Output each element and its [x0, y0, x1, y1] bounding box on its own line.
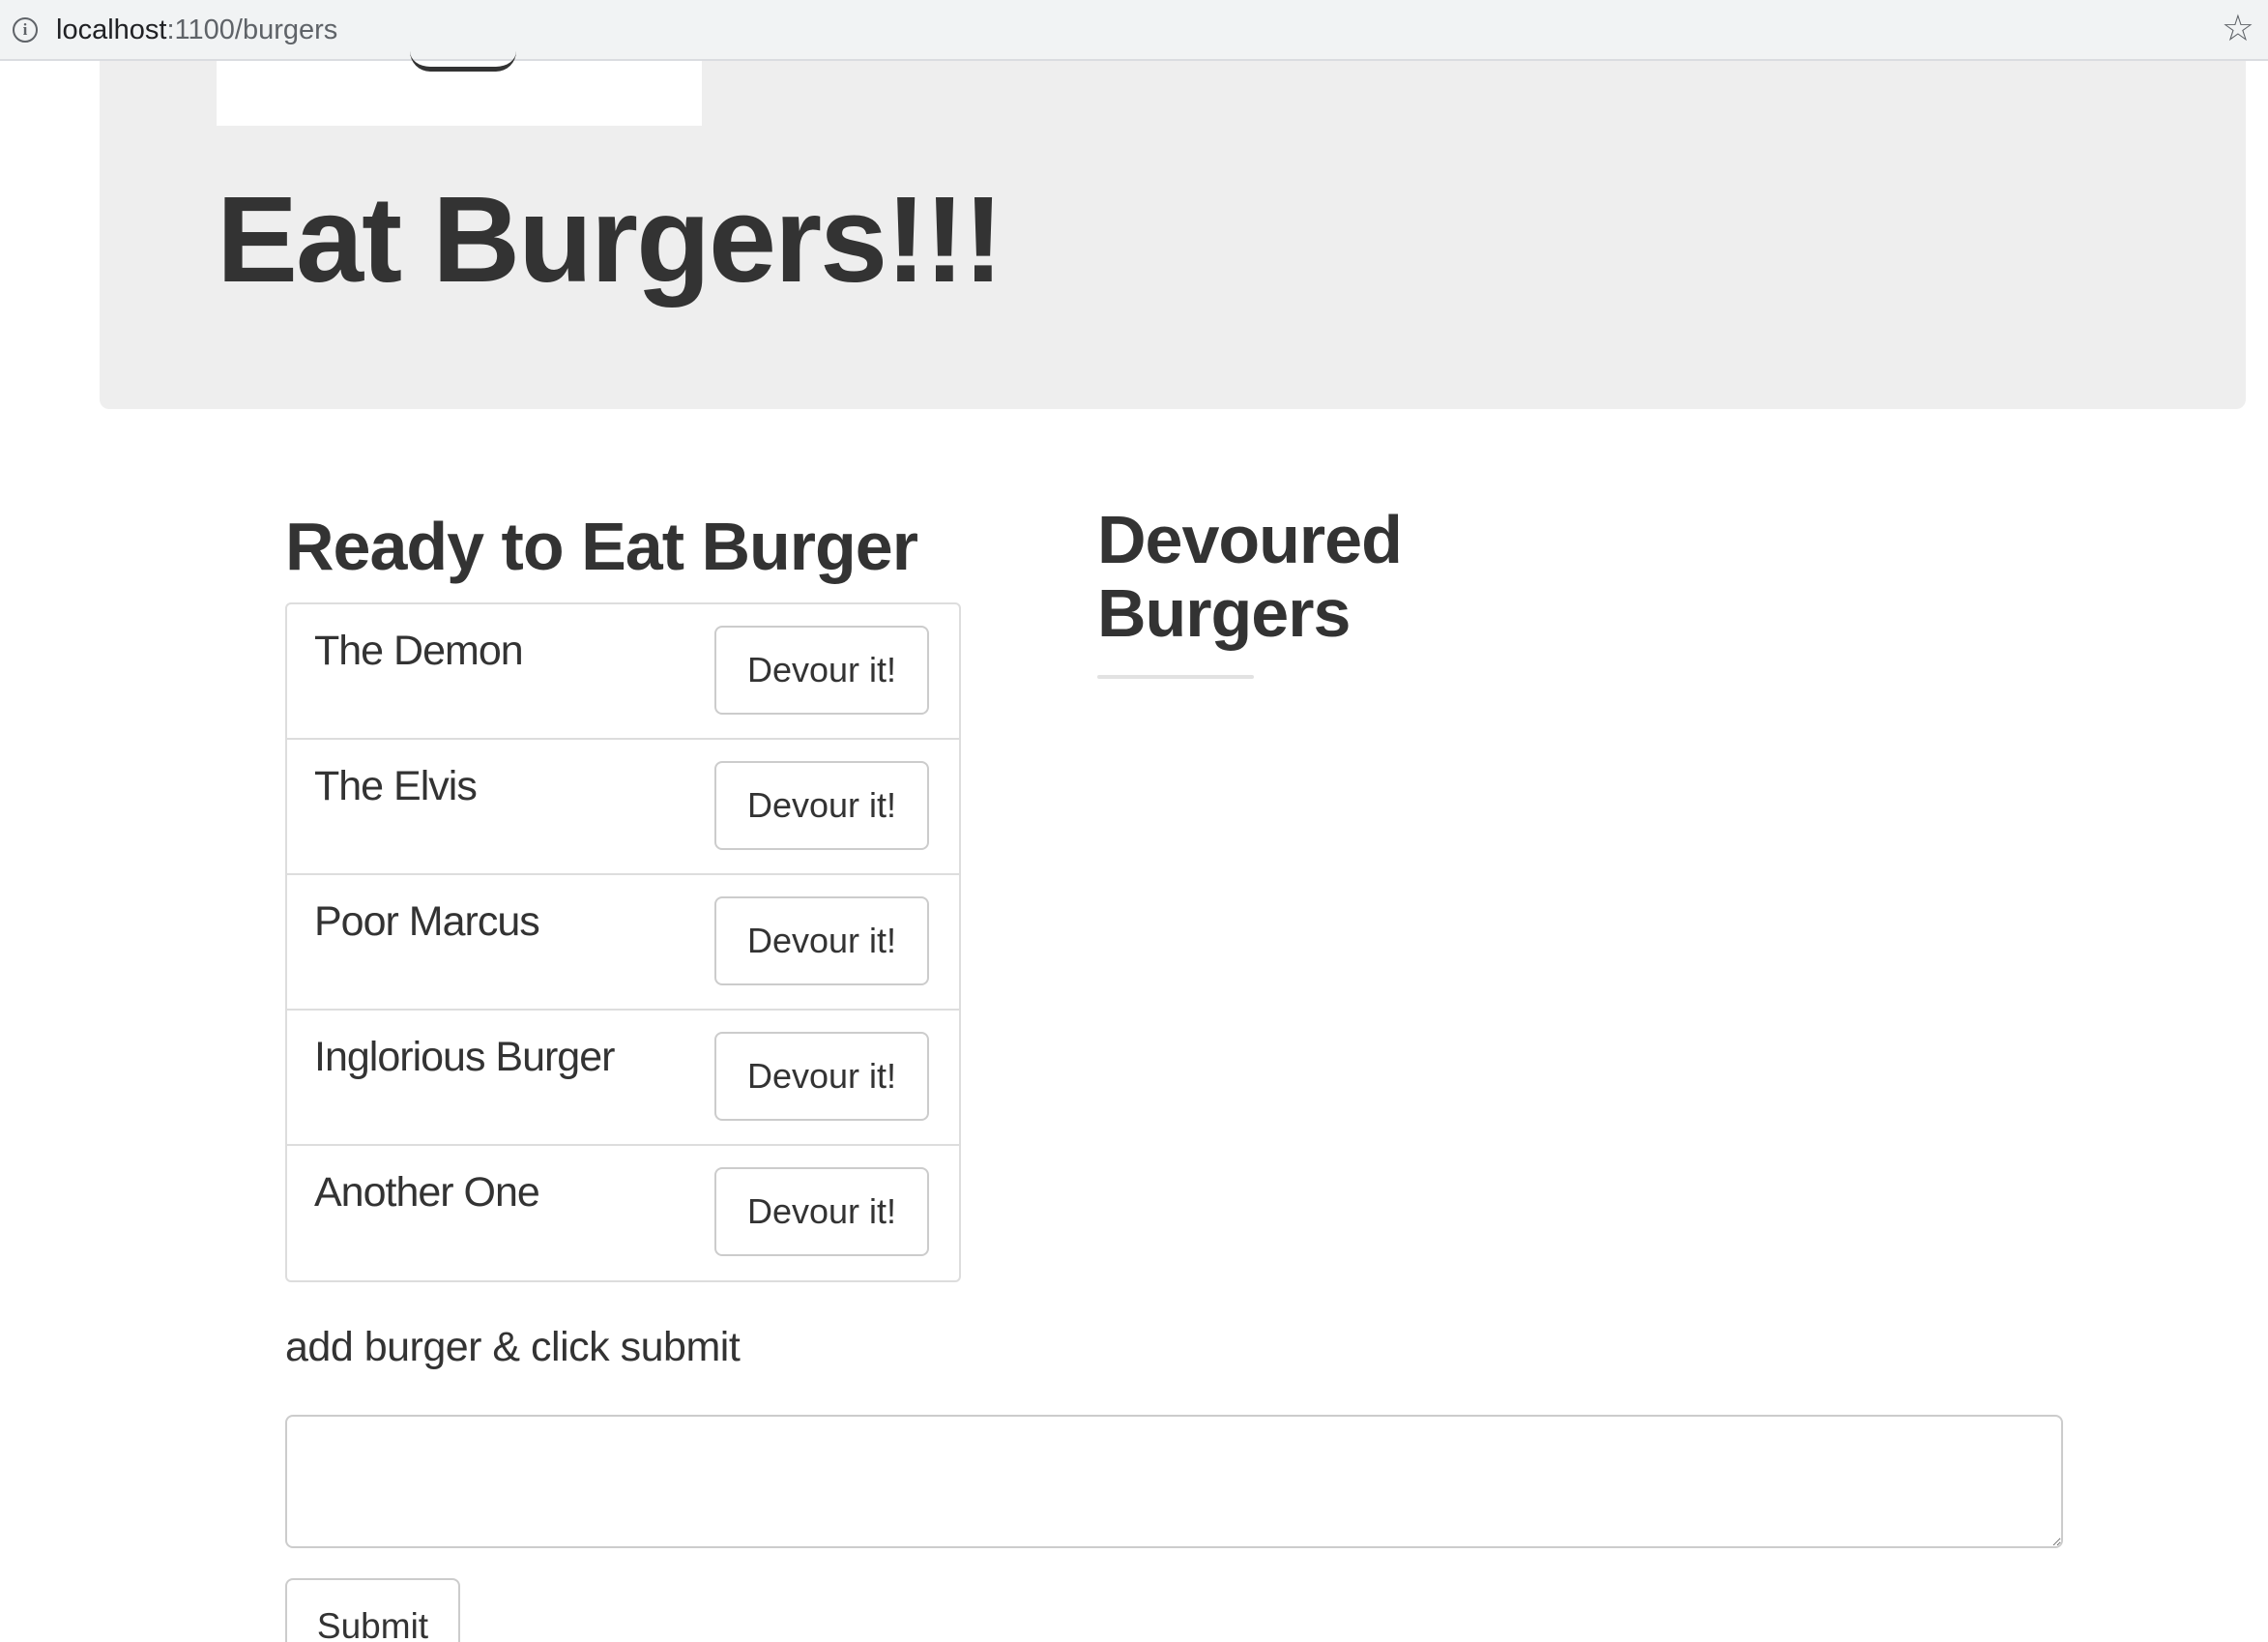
devour-button[interactable]: Devour it! — [714, 1167, 929, 1256]
omnibox[interactable]: i localhost:1100/burgers ☆ — [0, 4, 2268, 48]
list-item: The Demon Devour it! — [287, 604, 959, 740]
devour-button[interactable]: Devour it! — [714, 1032, 929, 1121]
devoured-heading-line2: Burgers — [1097, 575, 1351, 651]
add-burger-label: add burger & click submit — [285, 1324, 741, 1370]
devour-button[interactable]: Devour it! — [714, 896, 929, 985]
burger-name: Poor Marcus — [314, 898, 540, 945]
page-title: Eat Burgers!!! — [217, 171, 1003, 308]
devoured-column: Devoured Burgers — [1097, 503, 1581, 679]
burger-logo-image — [217, 61, 702, 126]
ready-column: Ready to Eat Burger The Demon Devour it!… — [285, 503, 962, 1282]
burger-name: Inglorious Burger — [314, 1034, 615, 1080]
bookmark-star-icon[interactable]: ☆ — [2222, 10, 2254, 48]
ready-heading: Ready to Eat Burger — [285, 509, 918, 584]
browser-address-bar: i localhost:1100/burgers ☆ — [0, 0, 2268, 61]
url-text[interactable]: localhost:1100/burgers — [56, 14, 337, 46]
burger-list: The Demon Devour it! The Elvis Devour it… — [285, 602, 961, 1282]
list-item: The Elvis Devour it! — [287, 740, 959, 875]
devoured-list-divider — [1097, 675, 1254, 679]
devoured-heading-line1: Devoured — [1097, 502, 1403, 577]
url-host: localhost — [56, 15, 167, 45]
devour-button[interactable]: Devour it! — [714, 626, 929, 715]
list-item: Inglorious Burger Devour it! — [287, 1011, 959, 1146]
list-item: Poor Marcus Devour it! — [287, 875, 959, 1011]
submit-button[interactable]: Submit — [285, 1578, 460, 1642]
burger-name: The Elvis — [314, 763, 478, 809]
burger-name: The Demon — [314, 628, 524, 674]
url-path: :1100/burgers — [166, 15, 338, 45]
burger-name: Another One — [314, 1169, 540, 1216]
devoured-heading: Devoured Burgers — [1097, 503, 1581, 650]
info-icon[interactable]: i — [13, 17, 38, 43]
list-item: Another One Devour it! — [287, 1146, 959, 1280]
devour-button[interactable]: Devour it! — [714, 761, 929, 850]
burger-name-input[interactable] — [285, 1415, 2063, 1548]
jumbotron: Eat Burgers!!! — [100, 61, 2246, 409]
